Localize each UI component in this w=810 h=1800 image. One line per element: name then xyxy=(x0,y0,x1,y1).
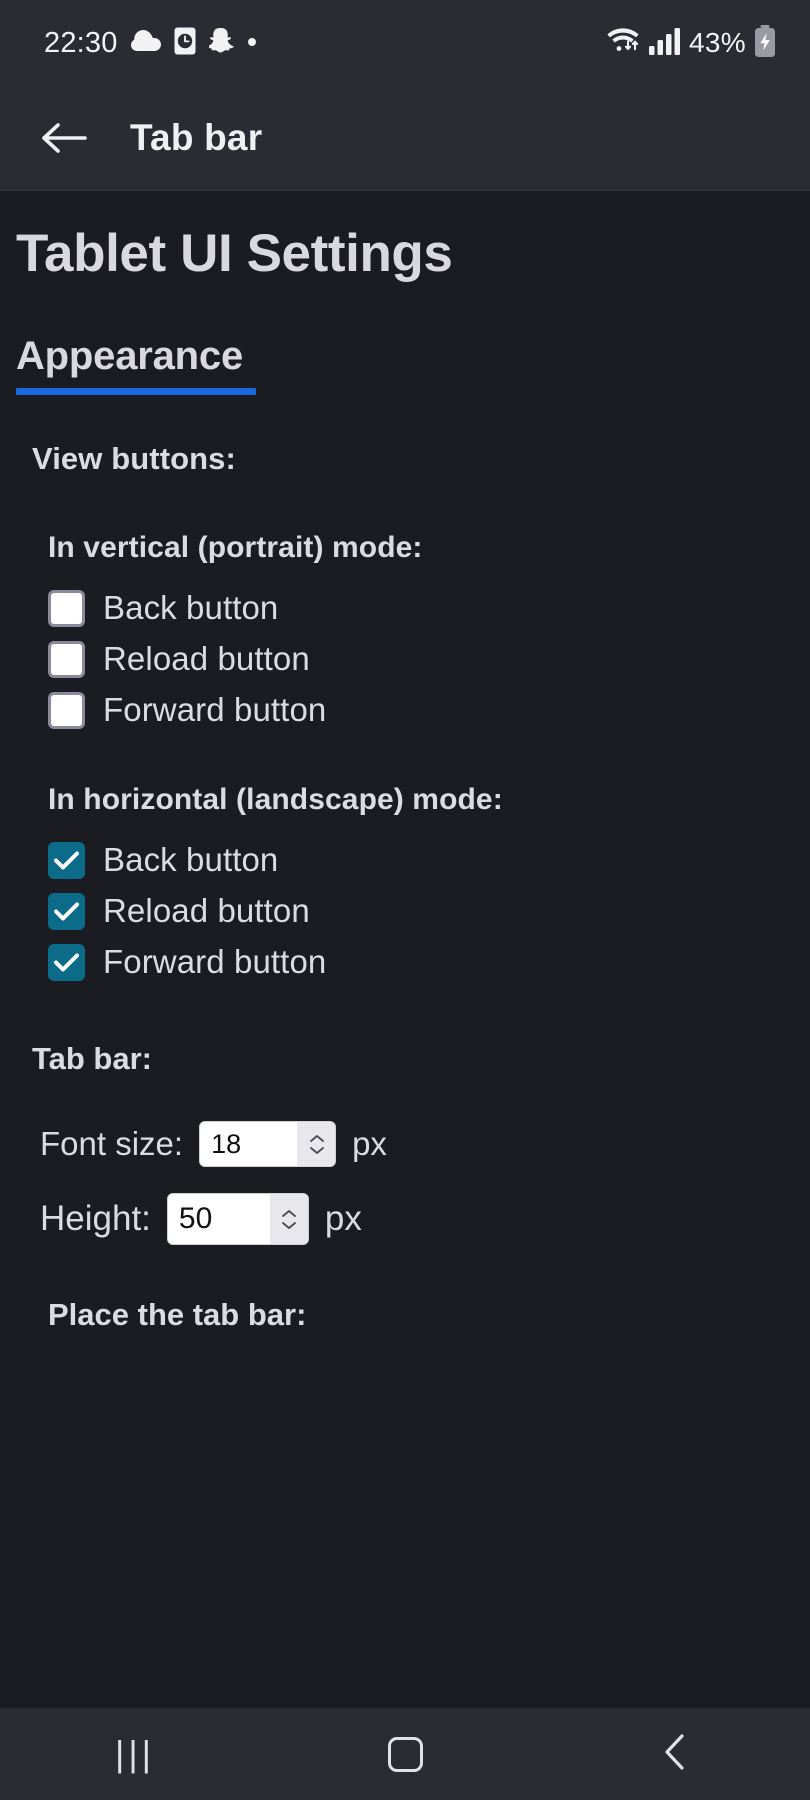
page-title: Tablet UI Settings xyxy=(16,224,453,283)
wifi-icon xyxy=(607,26,641,61)
status-bar-left: 22:30 xyxy=(44,27,607,60)
landscape-mode-label: In horizontal (landscape) mode: xyxy=(48,783,503,817)
landscape-checkbox-list: Back button Reload button Forward button xyxy=(0,841,810,981)
checkbox-label-landscape-reload: Reload button xyxy=(103,892,310,930)
checkbox-row-portrait-back[interactable]: Back button xyxy=(48,589,810,627)
checkbox-landscape-reload[interactable] xyxy=(48,892,85,930)
recents-button[interactable]: ||| xyxy=(75,1718,195,1790)
checkbox-portrait-forward[interactable] xyxy=(48,691,85,729)
chevron-down-icon xyxy=(309,1146,324,1154)
checkbox-landscape-back[interactable] xyxy=(48,841,85,879)
height-value[interactable]: 50 xyxy=(167,1194,270,1245)
app-bar-title: Tab bar xyxy=(130,117,263,158)
status-bar-right: 43% xyxy=(607,24,776,62)
font-size-value[interactable]: 18 xyxy=(200,1122,298,1167)
system-nav-bar: ||| xyxy=(0,1708,810,1800)
view-buttons-label: View buttons: xyxy=(32,441,236,477)
checkbox-label-portrait-forward: Forward button xyxy=(103,691,327,729)
snapchat-ghost-icon xyxy=(206,27,234,59)
nav-back-button[interactable] xyxy=(615,1718,735,1790)
battery-charging-icon xyxy=(754,24,776,62)
chevron-up-icon xyxy=(309,1134,324,1142)
checkbox-row-landscape-forward[interactable]: Forward button xyxy=(48,943,810,981)
cellular-signal-icon xyxy=(649,27,681,60)
portrait-mode-label: In vertical (portrait) mode: xyxy=(48,531,423,565)
portrait-checkbox-list: Back button Reload button Forward button xyxy=(0,589,810,729)
settings-content: Tablet UI Settings Appearance View butto… xyxy=(0,191,810,1708)
cloud-icon xyxy=(130,29,161,57)
checkbox-row-portrait-reload[interactable]: Reload button xyxy=(48,640,810,678)
nav-back-chevron-icon xyxy=(663,1733,687,1776)
recents-icon: ||| xyxy=(114,1733,156,1774)
checkbox-label-landscape-back: Back button xyxy=(103,841,279,879)
home-button[interactable] xyxy=(345,1718,465,1790)
app-bar: Tab bar xyxy=(0,86,810,191)
chevron-down-icon xyxy=(282,1221,297,1229)
checkbox-landscape-forward[interactable] xyxy=(48,943,85,981)
checkbox-label-portrait-reload: Reload button xyxy=(103,640,310,678)
status-bar: 22:30 43% xyxy=(0,0,810,86)
font-size-input[interactable]: 18 xyxy=(199,1121,337,1168)
checkmark-icon xyxy=(54,851,79,870)
section-underline xyxy=(16,388,256,396)
height-row: Height: 50 px xyxy=(0,1193,810,1246)
checkbox-label-portrait-back: Back button xyxy=(103,589,279,627)
section-appearance[interactable]: Appearance xyxy=(0,334,272,396)
place-tab-bar-label: Place the tab bar: xyxy=(48,1297,307,1333)
height-input[interactable]: 50 xyxy=(166,1193,309,1246)
checkmark-icon xyxy=(54,902,79,921)
height-label: Height: xyxy=(40,1199,151,1239)
phone-screen: 22:30 43% Tab bar Tablet UI Settings App… xyxy=(0,0,810,1800)
alarm-clock-icon xyxy=(174,27,196,60)
checkbox-portrait-reload[interactable] xyxy=(48,640,85,678)
font-size-spinner[interactable] xyxy=(297,1122,336,1167)
chevron-up-icon xyxy=(282,1209,297,1217)
battery-percent-label: 43% xyxy=(689,27,746,58)
height-unit: px xyxy=(324,1199,362,1239)
font-size-label: Font size: xyxy=(40,1125,184,1163)
checkbox-row-landscape-back[interactable]: Back button xyxy=(48,841,810,879)
status-clock: 22:30 xyxy=(44,26,118,59)
checkbox-label-landscape-forward: Forward button xyxy=(103,943,327,981)
tab-bar-group-label: Tab bar: xyxy=(32,1041,152,1077)
back-arrow-icon[interactable] xyxy=(28,101,102,175)
font-size-unit: px xyxy=(352,1125,387,1163)
dot-icon xyxy=(247,34,257,52)
font-size-row: Font size: 18 px xyxy=(0,1121,810,1168)
section-appearance-label: Appearance xyxy=(16,334,243,379)
checkbox-portrait-back[interactable] xyxy=(48,589,85,627)
height-spinner[interactable] xyxy=(269,1194,308,1245)
checkmark-icon xyxy=(54,953,79,972)
checkbox-row-portrait-forward[interactable]: Forward button xyxy=(48,691,810,729)
home-square-icon xyxy=(387,1736,423,1772)
checkbox-row-landscape-reload[interactable]: Reload button xyxy=(48,892,810,930)
